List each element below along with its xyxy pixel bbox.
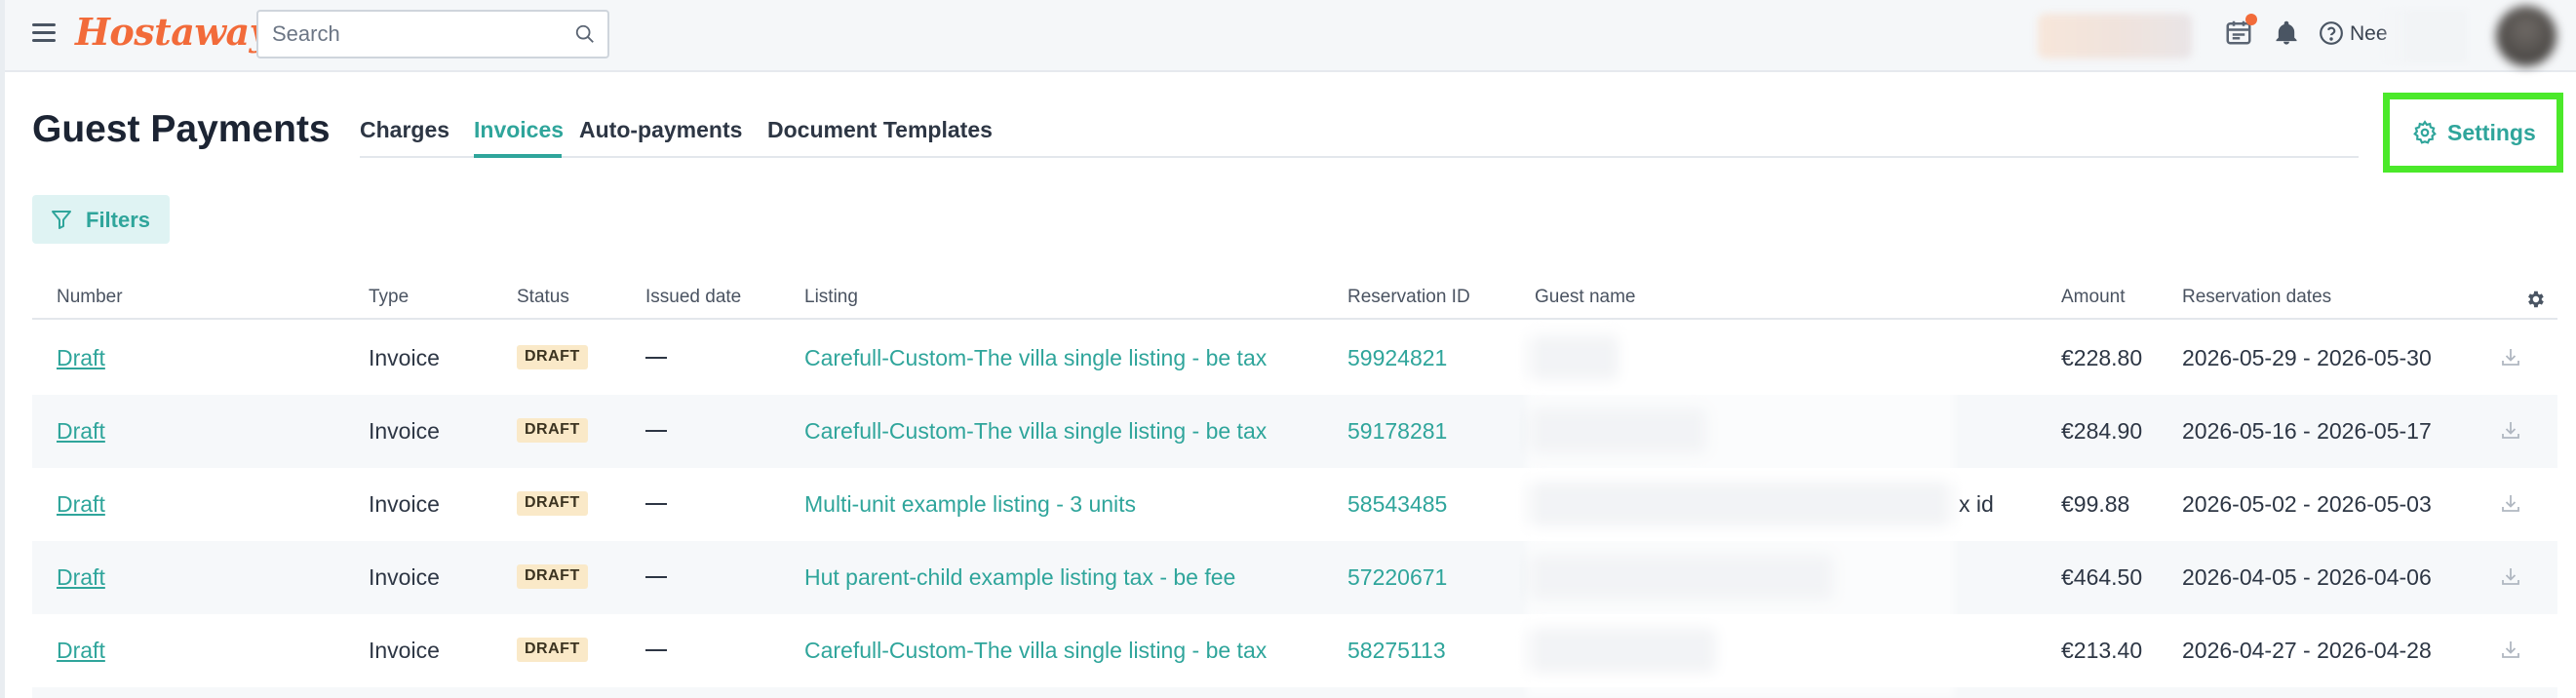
reservation-dates: 2026-04-05 - 2026-04-06 xyxy=(2182,564,2432,590)
issued-date-empty xyxy=(645,503,667,505)
listing-link[interactable]: Carefull-Custom-The villa single listing… xyxy=(804,418,1267,445)
download-icon[interactable] xyxy=(2499,564,2522,588)
status-badge: DRAFT xyxy=(517,491,588,516)
listing-link[interactable]: Carefull-Custom-The villa single listing… xyxy=(804,345,1267,371)
search-input[interactable] xyxy=(258,12,551,57)
amount: €284.90 xyxy=(2061,418,2143,444)
table-row[interactable]: Draft Invoice DRAFT Carefull-Custom-The … xyxy=(32,395,2557,468)
column-listing[interactable]: Listing xyxy=(804,287,858,308)
reservation-id-link[interactable]: 58275113 xyxy=(1347,638,1446,664)
tab-auto-payments[interactable]: Auto-payments xyxy=(579,117,742,143)
table-row[interactable]: Draft Invoice DRAFT Carefull-Custom-The … xyxy=(32,322,2557,395)
invoice-number-link[interactable]: Draft xyxy=(57,418,105,445)
menu-icon[interactable] xyxy=(32,23,56,43)
status-badge: DRAFT xyxy=(517,564,588,589)
table-header: Number Type Status Issued date Listing R… xyxy=(32,281,2557,320)
download-icon[interactable] xyxy=(2499,491,2522,515)
table-row[interactable]: Draft Invoice DRAFT Carefull-Custom-The … xyxy=(32,614,2557,687)
blurred-account-pill xyxy=(2038,14,2192,58)
issued-date-empty xyxy=(645,357,667,359)
column-guest-name[interactable]: Guest name xyxy=(1535,287,1636,308)
filter-icon xyxy=(52,211,71,229)
left-border xyxy=(0,0,5,698)
invoice-number-link[interactable]: Draft xyxy=(57,564,105,591)
invoice-type: Invoice xyxy=(369,638,440,663)
active-tab-indicator xyxy=(474,154,562,158)
page-title: Guest Payments xyxy=(32,108,331,150)
tab-document-templates[interactable]: Document Templates xyxy=(767,117,993,143)
amount: €464.50 xyxy=(2061,564,2143,590)
amount: €213.40 xyxy=(2061,638,2143,663)
listing-link[interactable]: Hut parent-child example listing tax - b… xyxy=(804,564,1235,591)
status-badge: DRAFT xyxy=(517,638,588,662)
notification-dot xyxy=(2245,14,2257,25)
tab-invoices[interactable]: Invoices xyxy=(474,117,564,143)
settings-highlight: Settings xyxy=(2383,93,2563,173)
listing-link[interactable]: Multi-unit example listing - 3 units xyxy=(804,491,1136,518)
issued-date-empty xyxy=(645,576,667,578)
listing-link[interactable]: Carefull-Custom-The villa single listing… xyxy=(804,638,1267,664)
column-settings-icon[interactable] xyxy=(2524,289,2546,310)
settings-button[interactable]: Settings xyxy=(2398,107,2549,158)
search-icon[interactable] xyxy=(574,23,596,45)
reservation-dates: 2026-05-02 - 2026-05-03 xyxy=(2182,491,2432,517)
reservation-dates: 2026-05-29 - 2026-05-30 xyxy=(2182,345,2432,370)
filters-label: Filters xyxy=(86,208,151,232)
calendar-icon[interactable] xyxy=(2224,14,2257,47)
guest-column-blur-overlay xyxy=(1526,326,1955,698)
table-row[interactable]: Draft Invoice DRAFT Hut parent-child exa… xyxy=(32,541,2557,614)
invoice-type: Invoice xyxy=(369,564,440,590)
download-icon[interactable] xyxy=(2499,418,2522,442)
column-status[interactable]: Status xyxy=(517,287,569,308)
status-badge: DRAFT xyxy=(517,418,588,443)
invoice-type: Invoice xyxy=(369,345,440,370)
search-box[interactable] xyxy=(256,10,609,58)
download-icon[interactable] xyxy=(2499,345,2522,368)
invoice-number-link[interactable]: Draft xyxy=(57,345,105,371)
column-amount[interactable]: Amount xyxy=(2061,287,2125,308)
reservation-id-link[interactable]: 58543485 xyxy=(1347,491,1447,518)
invoice-number-link[interactable]: Draft xyxy=(57,491,105,518)
download-icon[interactable] xyxy=(2499,638,2522,661)
filters-button[interactable]: Filters xyxy=(32,195,170,244)
reservation-id-link[interactable]: 59178281 xyxy=(1347,418,1447,445)
reservation-dates: 2026-04-27 - 2026-04-28 xyxy=(2182,638,2432,663)
gear-icon xyxy=(2413,120,2437,144)
amount: €99.88 xyxy=(2061,491,2130,517)
settings-label: Settings xyxy=(2447,120,2536,145)
help-icon[interactable] xyxy=(2319,20,2344,46)
column-type[interactable]: Type xyxy=(369,287,409,308)
column-reservation-dates[interactable]: Reservation dates xyxy=(2182,287,2331,308)
help-fade xyxy=(2379,10,2467,62)
column-reservation-id[interactable]: Reservation ID xyxy=(1347,287,1470,308)
amount: €228.80 xyxy=(2061,345,2143,370)
tab-charges[interactable]: Charges xyxy=(360,117,449,143)
reservation-id-link[interactable]: 59924821 xyxy=(1347,345,1447,371)
app-root: Hostaway Nee Guest Payments Char xyxy=(0,0,2576,698)
reservation-id-link[interactable]: 57220671 xyxy=(1347,564,1447,591)
table-row[interactable]: Draft Invoice DRAFT Multi-unit example l… xyxy=(32,468,2557,541)
reservation-dates: 2026-05-16 - 2026-05-17 xyxy=(2182,418,2432,444)
column-number[interactable]: Number xyxy=(57,287,123,308)
invoice-number-link[interactable]: Draft xyxy=(57,638,105,664)
column-issued-date[interactable]: Issued date xyxy=(645,287,741,308)
guest-name-suffix: x id xyxy=(1959,491,1994,517)
top-bar: Hostaway Nee xyxy=(5,0,2576,72)
tab-bar: Charges Invoices Auto-payments Document … xyxy=(360,107,2359,158)
next-row-peek xyxy=(32,687,2557,698)
issued-date-empty xyxy=(645,430,667,432)
issued-date-empty xyxy=(645,649,667,651)
bell-icon[interactable] xyxy=(2273,19,2300,47)
status-badge: DRAFT xyxy=(517,345,588,369)
avatar[interactable] xyxy=(2496,6,2556,66)
invoice-type: Invoice xyxy=(369,491,440,517)
invoice-type: Invoice xyxy=(369,418,440,444)
brand-logo[interactable]: Hostaway xyxy=(75,10,271,54)
